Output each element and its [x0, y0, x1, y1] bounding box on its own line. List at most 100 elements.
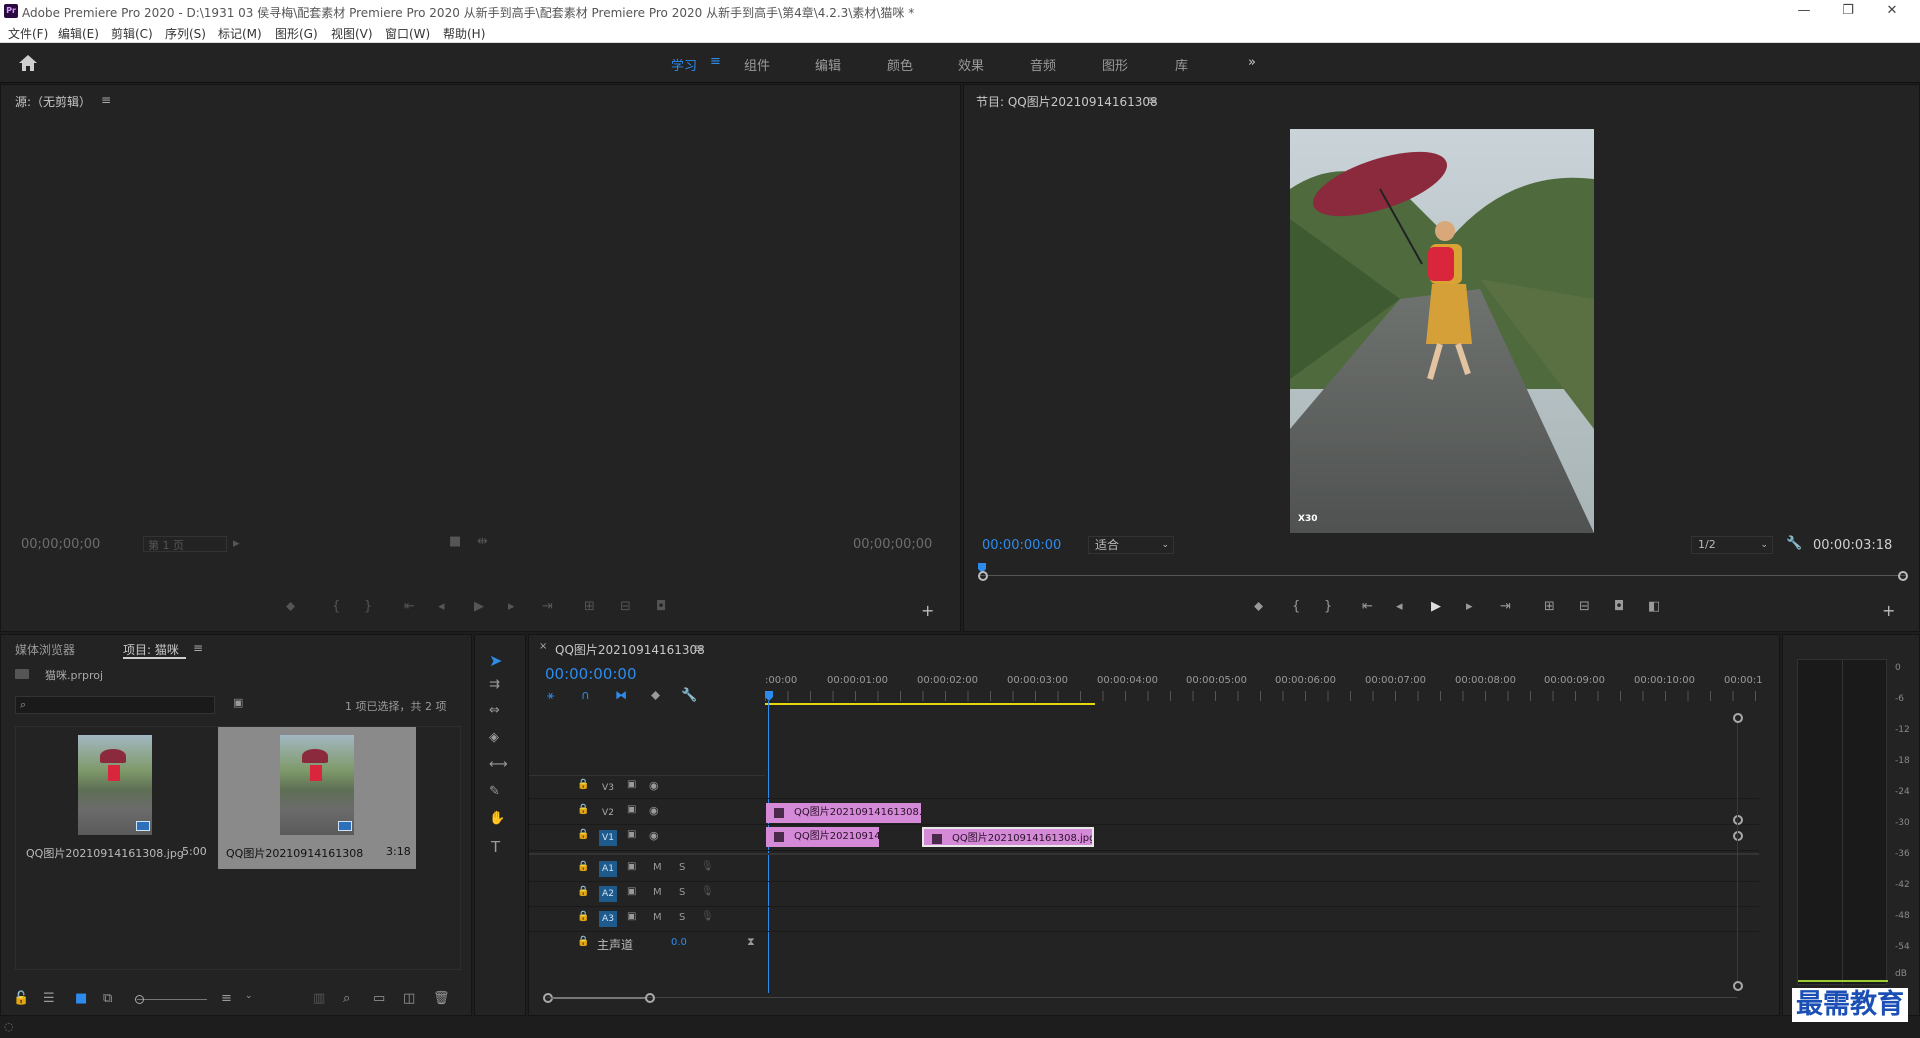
mute-button[interactable]: M [653, 887, 662, 898]
lock-track-icon[interactable]: 🔒 [577, 861, 589, 872]
extract-icon[interactable]: ⊟ [1579, 599, 1590, 614]
mark-in-icon[interactable]: { [332, 599, 340, 614]
menu-sequence[interactable]: 序列(S) [165, 25, 206, 42]
new-bin-from-search-icon[interactable]: ▣ [233, 696, 243, 709]
slip-tool-icon[interactable]: ⟷ [489, 757, 508, 772]
ripple-edit-tool-icon[interactable]: ⇔ [489, 703, 500, 718]
nest-sequence-icon[interactable]: ⚹ [547, 688, 554, 703]
menu-file[interactable]: 文件(F) [8, 25, 48, 42]
icon-view-icon[interactable]: ■ [75, 991, 87, 1006]
selection-tool-icon[interactable]: ➤ [489, 651, 502, 670]
clip-v1-a[interactable]: QQ图片202109141 [766, 827, 879, 847]
lock-track-icon[interactable]: 🔒 [577, 829, 589, 840]
menu-help[interactable]: 帮助(H) [443, 25, 485, 42]
timeline-tab[interactable]: QQ图片20210914161308 [555, 641, 705, 658]
track-label[interactable]: V3 [599, 780, 617, 796]
resolution-select[interactable]: 1/2 ⌄ [1691, 536, 1773, 554]
toggle-sync-icon[interactable]: ▣ [627, 804, 636, 815]
comparison-view-icon[interactable]: ◧ [1648, 599, 1660, 614]
lock-track-icon[interactable]: 🔒 [577, 779, 589, 790]
go-to-edit-icon[interactable]: ⧗ [747, 935, 755, 949]
timeline-ruler[interactable]: :00:00 00:00:01:00 00:00:02:00 00:00:03:… [765, 675, 1765, 705]
track-label[interactable]: A2 [599, 886, 617, 902]
timeline-settings-icon[interactable]: 🔧 [681, 688, 697, 703]
mark-in-icon[interactable]: { [1292, 599, 1300, 614]
solo-button[interactable]: S [679, 912, 685, 923]
sort-icon[interactable]: ≡ [221, 991, 232, 1006]
project-item[interactable]: QQ图片20210914161308.jpg 5:00 [16, 727, 214, 869]
close-button[interactable]: ✕ [1872, 2, 1912, 20]
export-frame-icon[interactable]: ◘ [1614, 599, 1624, 614]
trash-icon[interactable]: 🗑 [433, 991, 450, 1006]
mark-out-icon[interactable]: } [364, 599, 372, 614]
workspace-tab-color[interactable]: 颜色 [887, 55, 913, 74]
scrub-start-handle[interactable] [978, 571, 988, 581]
timeline-timecode[interactable]: 00:00:00:00 [545, 665, 637, 683]
go-to-in-icon[interactable]: ⇤ [404, 599, 415, 614]
scroll-handle-top[interactable] [1733, 713, 1743, 723]
toggle-sync-icon[interactable]: ▣ [627, 911, 636, 922]
master-volume-value[interactable]: 0.0 [671, 937, 687, 948]
pen-tool-icon[interactable]: ✎ [489, 784, 500, 799]
add-marker-icon[interactable]: ⬥ [286, 599, 295, 614]
solo-button[interactable]: S [679, 862, 685, 873]
more-workspaces-icon[interactable]: » [1248, 55, 1256, 70]
list-view-icon[interactable]: ☰ [43, 991, 55, 1006]
go-to-out-icon[interactable]: ⇥ [1500, 599, 1511, 614]
workspace-tab-learning[interactable]: 学习 [671, 55, 697, 74]
close-tab-icon[interactable]: × [539, 641, 547, 652]
lock-track-icon[interactable]: 🔒 [577, 936, 589, 947]
menu-edit[interactable]: 编辑(E) [58, 25, 99, 42]
scroll-handle-audio-top[interactable] [1733, 831, 1743, 841]
clip-v2[interactable]: QQ图片20210914161308.jpg [766, 803, 921, 823]
overwrite-icon[interactable]: ⊟ [620, 599, 631, 614]
new-bin-icon[interactable]: ▭ [373, 991, 385, 1006]
tab-project[interactable]: 项目: 猫咪 [123, 641, 179, 658]
lock-icon[interactable]: 🔓 [13, 991, 29, 1006]
panel-menu-icon[interactable]: ≡ [693, 641, 703, 655]
tab-media-browser[interactable]: 媒体浏览器 [15, 641, 75, 658]
step-forward-icon[interactable]: ▸ [508, 599, 515, 614]
timeline-zoom-scrollbar[interactable] [543, 993, 1739, 1003]
panel-menu-icon[interactable]: ≡ [101, 93, 111, 107]
toggle-sync-icon[interactable]: ▣ [627, 886, 636, 897]
export-frame-icon[interactable]: ◘ [656, 599, 666, 614]
toggle-sync-icon[interactable]: ▣ [627, 829, 636, 840]
panel-menu-icon[interactable]: ≡ [1147, 93, 1157, 107]
minimize-button[interactable]: — [1784, 2, 1824, 20]
step-back-icon[interactable]: ◂ [1396, 599, 1403, 614]
source-timecode[interactable]: 00;00;00;00 [21, 537, 100, 552]
linked-selection-icon[interactable]: ⧓ [615, 688, 627, 702]
mute-button[interactable]: M [653, 912, 662, 923]
step-back-icon[interactable]: ◂ [438, 599, 445, 614]
step-forward-icon[interactable]: ▸ [1466, 599, 1473, 614]
add-button-icon[interactable]: + [1882, 601, 1895, 620]
chevron-down-icon[interactable]: ⌄ [245, 991, 253, 1001]
solo-button[interactable]: S [679, 887, 685, 898]
program-scrub-bar[interactable] [978, 563, 1908, 585]
type-tool-icon[interactable]: T [491, 838, 500, 856]
track-label-active[interactable]: V1 [599, 830, 617, 846]
clip-v1-b-selected[interactable]: QQ图片20210914161308.jpg [922, 827, 1094, 847]
play-icon[interactable]: ▶ [474, 599, 484, 614]
eye-icon[interactable]: ◉ [649, 804, 659, 817]
workspace-tab-assembly[interactable]: 组件 [744, 55, 770, 74]
mark-out-icon[interactable]: } [1324, 599, 1332, 614]
home-icon[interactable] [18, 54, 38, 72]
eye-icon[interactable]: ◉ [649, 829, 659, 842]
workspace-menu-icon[interactable]: ≡ [710, 54, 721, 69]
mute-button[interactable]: M [653, 862, 662, 873]
play-icon[interactable]: ▶ [1431, 599, 1441, 614]
track-label[interactable]: V2 [599, 805, 617, 821]
lock-track-icon[interactable]: 🔒 [577, 804, 589, 815]
microphone-icon[interactable]: 🎙 [701, 886, 714, 897]
maximize-button[interactable]: ❐ [1828, 2, 1868, 20]
menu-view[interactable]: 视图(V) [331, 25, 373, 42]
hand-tool-icon[interactable]: ✋ [489, 811, 505, 826]
razor-tool-icon[interactable]: ◈ [489, 730, 499, 745]
automate-to-sequence-icon[interactable]: ▥ [313, 991, 325, 1006]
lock-track-icon[interactable]: 🔒 [577, 911, 589, 922]
insert-icon[interactable]: ⊞ [584, 599, 595, 614]
workspace-tab-audio[interactable]: 音频 [1030, 55, 1056, 74]
menu-clip[interactable]: 剪辑(C) [111, 25, 153, 42]
